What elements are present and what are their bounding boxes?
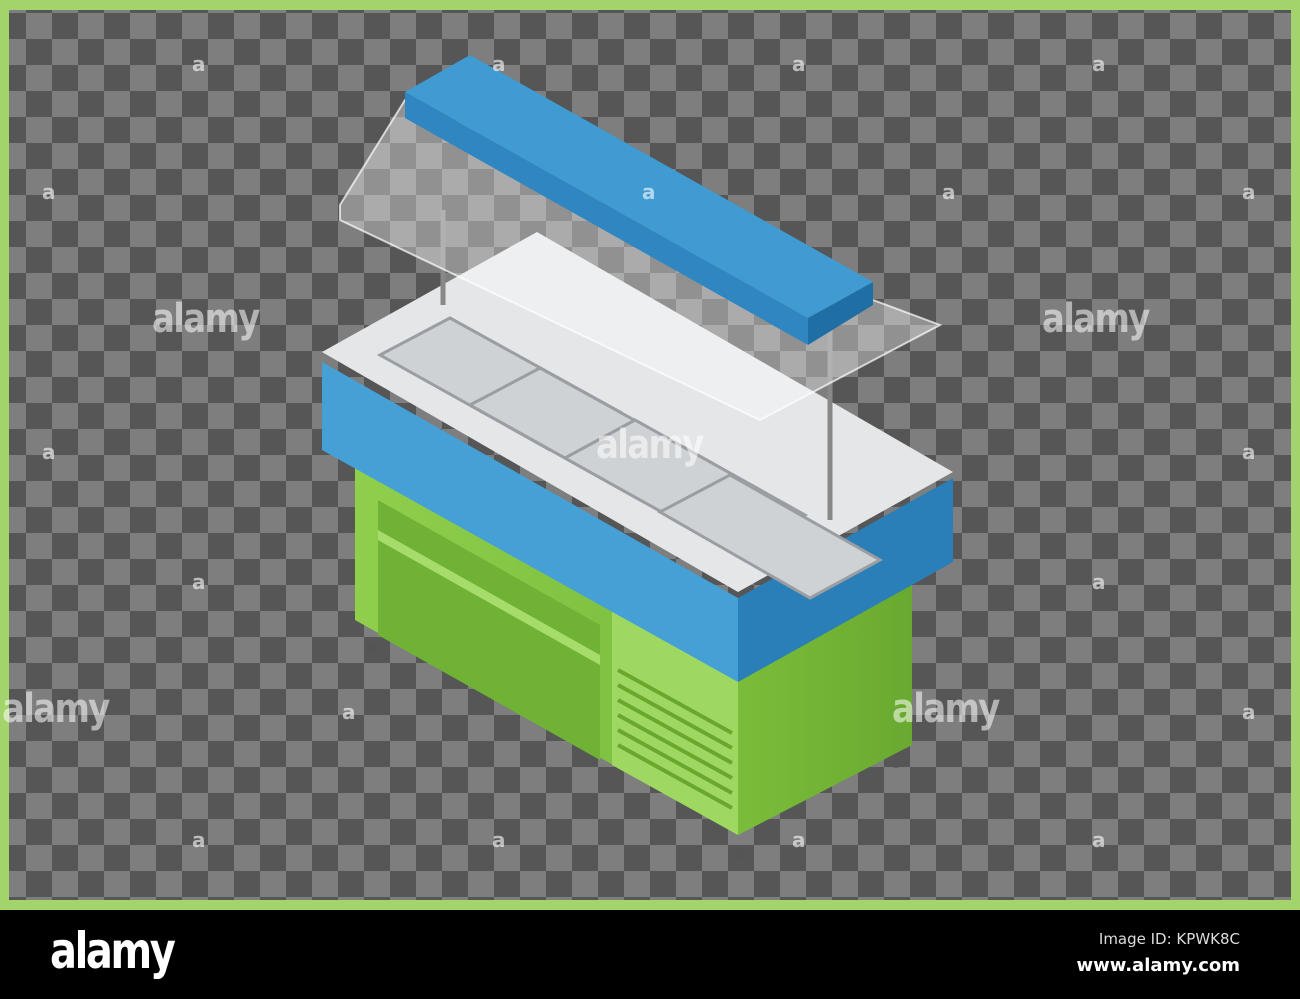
watermark-glyph: a bbox=[42, 440, 56, 464]
watermark: alamy bbox=[152, 296, 260, 342]
watermark-glyph: a bbox=[642, 180, 656, 204]
watermark: alamy bbox=[1042, 296, 1150, 342]
watermark-glyph: a bbox=[1242, 700, 1256, 724]
watermark-glyph: a bbox=[792, 52, 806, 76]
stock-image: alamy alamy alamy alamy alamy a a a a a … bbox=[0, 0, 1300, 999]
watermark-glyph: a bbox=[192, 52, 206, 76]
watermark-glyph: a bbox=[342, 700, 356, 724]
watermark: alamy bbox=[2, 686, 110, 732]
watermark-glyph: a bbox=[1242, 180, 1256, 204]
watermark-glyph: a bbox=[192, 828, 206, 852]
alamy-logo: alamy bbox=[50, 922, 176, 980]
watermark-glyph: a bbox=[492, 52, 506, 76]
watermark-glyph: a bbox=[1242, 440, 1256, 464]
watermark-glyph: a bbox=[1092, 52, 1106, 76]
watermark-glyph: a bbox=[1092, 828, 1106, 852]
watermark-glyph: a bbox=[492, 828, 506, 852]
watermark-glyph: a bbox=[1092, 570, 1106, 594]
image-id: Image ID: KPWK8C bbox=[1098, 930, 1240, 948]
site-url: www.alamy.com bbox=[1076, 955, 1240, 976]
watermark-glyph: a bbox=[42, 180, 56, 204]
watermark-glyph: a bbox=[192, 570, 206, 594]
watermark-glyph: a bbox=[792, 828, 806, 852]
watermark: alamy bbox=[596, 422, 704, 468]
watermark-glyph: a bbox=[942, 180, 956, 204]
watermark: alamy bbox=[892, 686, 1000, 732]
